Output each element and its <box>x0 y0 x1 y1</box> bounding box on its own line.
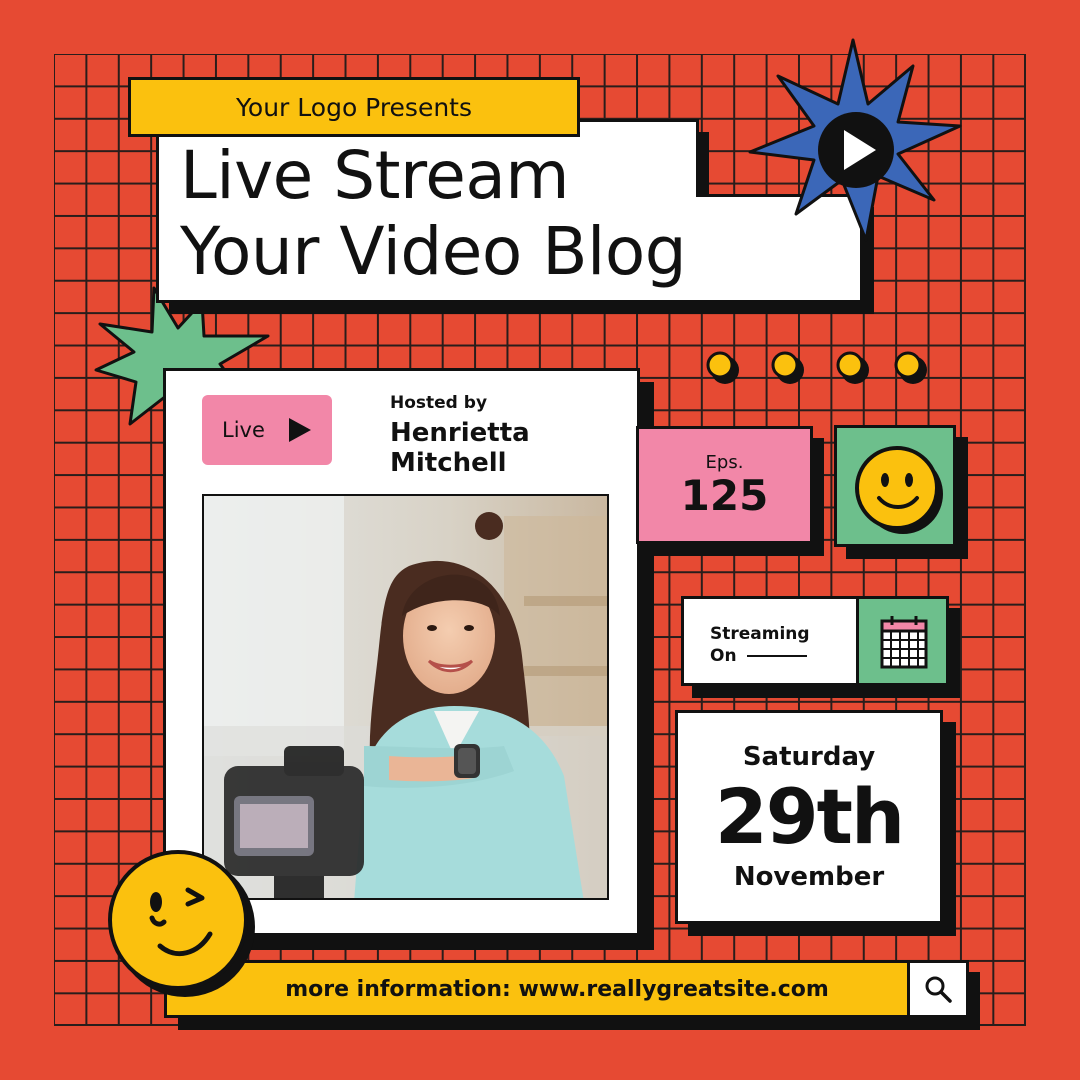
streaming-divider <box>746 655 807 657</box>
live-badge[interactable]: Live <box>202 395 332 465</box>
host-photo <box>202 494 609 900</box>
title-line-2: Your Video Blog <box>180 213 687 290</box>
streaming-on-row: On <box>710 645 856 667</box>
episode-badge: Eps. 125 <box>636 426 813 544</box>
page-title: Live Stream Your Video Blog <box>180 137 687 290</box>
calendar-box <box>856 596 949 686</box>
decorative-dots <box>706 351 927 384</box>
streaming-label: Streaming <box>710 624 810 644</box>
hosted-by-label: Hosted by <box>390 393 488 413</box>
presents-text: Your Logo Presents <box>235 92 473 122</box>
live-label: Live <box>222 418 265 442</box>
streaming-on-box: Streaming On <box>681 596 859 686</box>
title-line-1: Live Stream <box>180 137 570 214</box>
date-box: Saturday 29th November <box>675 710 943 924</box>
date-month: November <box>733 862 885 892</box>
date-day: 29th <box>714 772 905 861</box>
host-name: Henrietta Mitchell <box>390 418 530 478</box>
smiley-icon <box>855 446 943 534</box>
presents-banner: Your Logo Presents <box>128 77 580 137</box>
info-link[interactable]: more information: www.reallygreatsite.co… <box>245 977 829 1002</box>
calendar-icon <box>880 616 928 669</box>
blue-starburst-play-icon <box>748 38 962 242</box>
streaming-on-label: On <box>710 646 737 666</box>
search-icon <box>925 976 952 1003</box>
episode-label: Eps. <box>705 451 744 473</box>
search-button[interactable] <box>907 960 969 1018</box>
smiley-box <box>834 425 956 547</box>
episode-number: 125 <box>680 470 769 520</box>
play-icon <box>288 418 311 442</box>
winking-smiley-icon <box>108 850 255 997</box>
info-bar: more information: www.reallygreatsite.co… <box>164 960 910 1018</box>
date-weekday: Saturday <box>742 742 876 772</box>
